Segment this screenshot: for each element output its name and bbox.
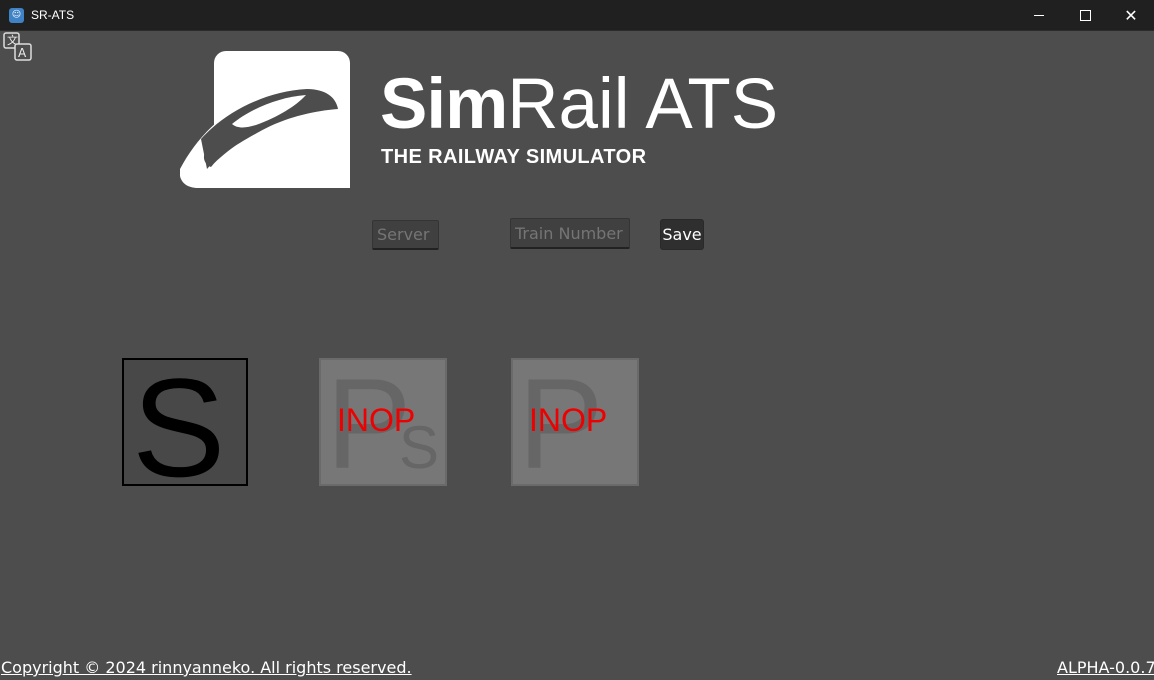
logo-subtitle: THE RAILWAY SIMULATOR — [381, 146, 647, 168]
translate-icon[interactable]: 文 A — [3, 32, 33, 62]
logo-title-bold: Sim — [380, 65, 508, 144]
minimize-button[interactable] — [1016, 0, 1062, 30]
save-button[interactable]: Save — [660, 219, 704, 250]
logo-title: SimRail ATS — [380, 64, 778, 145]
svg-text:A: A — [18, 46, 27, 60]
close-button[interactable]: ✕ — [1108, 0, 1154, 30]
simrail-logo: SimRail ATS THE RAILWAY SIMULATOR — [180, 51, 870, 191]
train-logo-icon — [180, 51, 350, 188]
maximize-button[interactable] — [1062, 0, 1108, 30]
indicator-s-letter: S — [132, 349, 226, 506]
window-titlebar: ☺ SR-ATS ✕ — [0, 0, 1154, 31]
ats-ps-indicator: P S INOP — [319, 358, 447, 489]
server-input[interactable] — [372, 220, 439, 250]
inop-label: INOP — [529, 402, 608, 438]
logo-title-regular: Rail ATS — [507, 65, 779, 144]
inop-label: INOP — [337, 402, 416, 438]
copyright-link[interactable]: Copyright © 2024 rinnyanneko. All rights… — [1, 658, 412, 677]
close-icon: ✕ — [1124, 5, 1138, 25]
ats-p-indicator: P INOP — [511, 358, 639, 489]
version-link[interactable]: ALPHA-0.0.7 — [1057, 658, 1154, 677]
minimize-icon — [1034, 14, 1044, 16]
maximize-icon — [1079, 9, 1091, 21]
window-title: SR-ATS — [31, 8, 75, 22]
game-engine-app-icon: ☺ — [9, 8, 24, 23]
ats-s-indicator: S — [122, 358, 248, 498]
train-number-input[interactable] — [510, 218, 630, 249]
